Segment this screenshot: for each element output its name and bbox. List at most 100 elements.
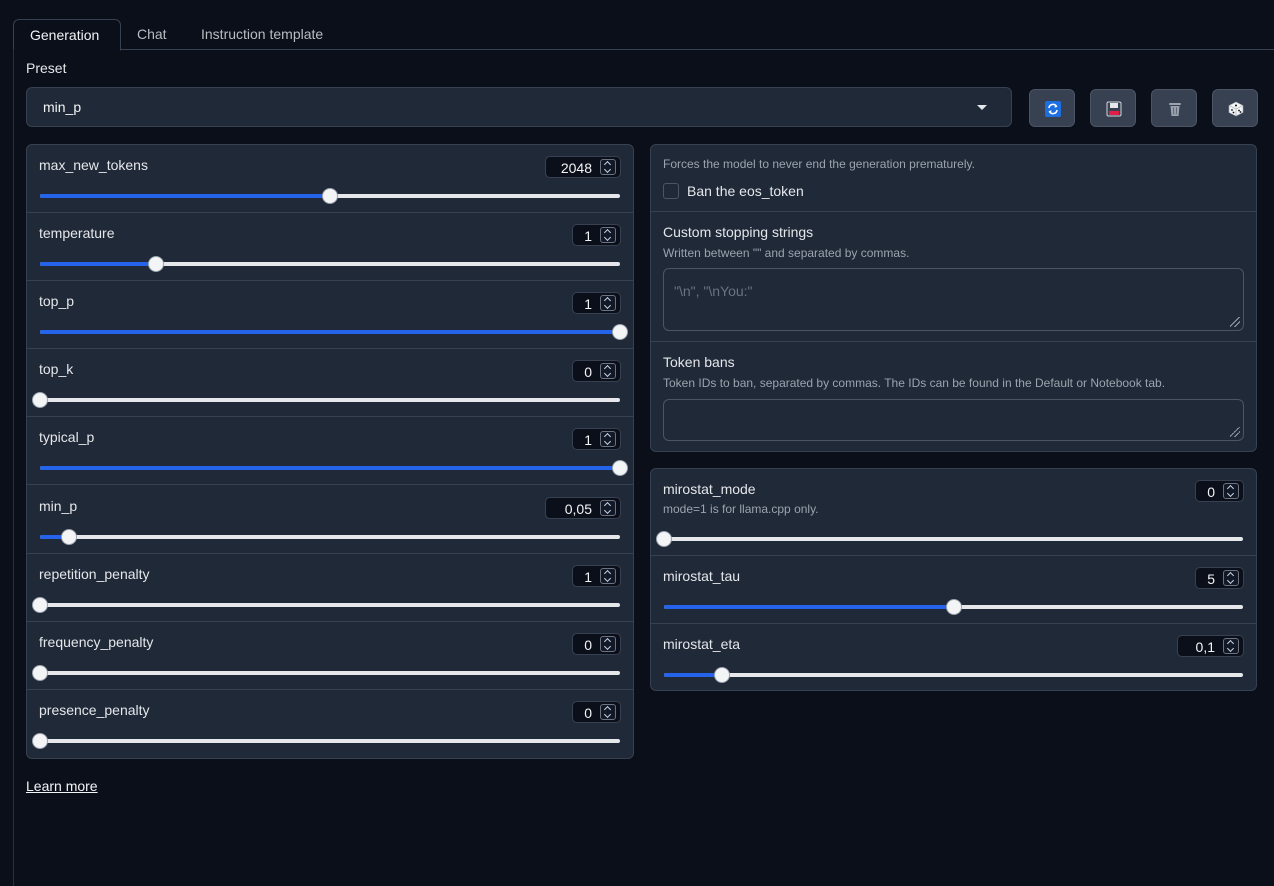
- param-number-input[interactable]: 2048: [545, 156, 621, 178]
- save-button[interactable]: [1090, 89, 1136, 127]
- stopping-strings-input[interactable]: "\n", "\nYou:": [663, 268, 1244, 331]
- slider-thumb[interactable]: [32, 597, 48, 613]
- mirostat-panel: mirostat_mode mode=1 is for llama.cpp onl…: [650, 468, 1257, 691]
- dice-icon: [1228, 101, 1244, 117]
- generation-options-panel: Forces the model to never end the genera…: [650, 144, 1257, 452]
- preset-dropdown[interactable]: min_p: [26, 87, 1012, 127]
- tab-chat[interactable]: Chat: [121, 19, 183, 49]
- spinner-icon[interactable]: [600, 500, 616, 516]
- param-slider[interactable]: [664, 599, 1243, 615]
- slider-fill: [664, 605, 954, 609]
- slider-track[interactable]: [664, 673, 1243, 677]
- random-preset-button[interactable]: [1212, 89, 1258, 127]
- param-slider[interactable]: [32, 597, 620, 613]
- param-slider[interactable]: [32, 392, 620, 408]
- token-bans-title: Token bans: [663, 354, 735, 370]
- param-label: top_k: [39, 361, 74, 377]
- slider-track[interactable]: [40, 603, 620, 607]
- param-number-input[interactable]: 0,05: [545, 497, 621, 519]
- spinner-icon[interactable]: [600, 704, 616, 720]
- stopping-strings-placeholder: "\n", "\nYou:": [674, 283, 753, 299]
- param-slider[interactable]: [32, 733, 620, 749]
- resize-handle-icon[interactable]: [1230, 317, 1240, 327]
- param-number-input[interactable]: 1: [572, 224, 621, 246]
- param-row-mirostat-mode: mirostat_mode mode=1 is for llama.cpp onl…: [651, 469, 1256, 556]
- param-label: mirostat_mode: [663, 481, 756, 497]
- param-number-input[interactable]: 5: [1195, 567, 1244, 589]
- slider-thumb[interactable]: [713, 667, 730, 683]
- param-value: 0,1: [1195, 639, 1215, 655]
- spinner-icon[interactable]: [600, 636, 616, 652]
- slider-thumb[interactable]: [322, 188, 338, 204]
- param-number-input[interactable]: 1: [572, 428, 621, 450]
- param-slider[interactable]: [32, 665, 620, 681]
- slider-thumb[interactable]: [32, 665, 48, 681]
- spinner-icon[interactable]: [1223, 483, 1239, 499]
- param-slider[interactable]: [40, 460, 628, 476]
- param-number-input[interactable]: 0: [572, 360, 621, 382]
- token-bans-row: Token bans Token IDs to ban, separated b…: [651, 342, 1256, 451]
- spinner-icon[interactable]: [1223, 570, 1239, 586]
- param-slider[interactable]: [40, 529, 620, 545]
- refresh-icon: [1045, 101, 1061, 117]
- param-value: 1: [584, 569, 592, 585]
- preset-value: min_p: [43, 99, 82, 115]
- learn-more-link[interactable]: Learn more: [26, 778, 98, 794]
- stopping-strings-row: Custom stopping strings Written between …: [651, 212, 1256, 342]
- token-bans-input[interactable]: [663, 399, 1244, 441]
- slider-thumb[interactable]: [612, 460, 628, 476]
- spinner-icon[interactable]: [600, 568, 616, 584]
- slider-track[interactable]: [40, 739, 620, 743]
- slider-thumb[interactable]: [32, 392, 48, 408]
- param-number-input[interactable]: 0,1: [1177, 635, 1244, 657]
- slider-thumb[interactable]: [945, 599, 962, 615]
- slider-thumb[interactable]: [612, 324, 628, 340]
- param-value: 5: [1207, 571, 1215, 587]
- slider-thumb[interactable]: [148, 256, 164, 272]
- tab-generation[interactable]: Generation: [13, 19, 121, 51]
- ban-eos-checkbox[interactable]: [663, 183, 679, 199]
- slider-fill: [40, 194, 330, 198]
- param-label: min_p: [39, 498, 78, 514]
- param-number-input[interactable]: 0: [572, 701, 621, 723]
- stopping-strings-info: Written between "" and separated by comm…: [663, 246, 910, 260]
- tab-instruction-template[interactable]: Instruction template: [185, 19, 339, 49]
- spinner-icon[interactable]: [600, 431, 616, 447]
- spinner-icon[interactable]: [600, 159, 616, 175]
- spinner-icon[interactable]: [600, 363, 616, 379]
- param-slider[interactable]: [656, 531, 1243, 547]
- param-row-typical-p: typical_p 1: [27, 417, 633, 485]
- sampling-parameters-panel: max_new_tokens 2048 temperature 1 top_p 1 top_…: [26, 144, 634, 759]
- param-number-input[interactable]: 1: [572, 565, 621, 587]
- param-row-presence-penalty: presence_penalty 0: [27, 690, 633, 758]
- slider-track[interactable]: [664, 537, 1243, 541]
- param-number-input[interactable]: 0: [572, 633, 621, 655]
- resize-handle-icon[interactable]: [1230, 427, 1240, 437]
- param-value: 1: [584, 228, 592, 244]
- param-row-mirostat-eta: mirostat_eta 0,1: [651, 624, 1256, 692]
- param-row-max-new-tokens: max_new_tokens 2048: [27, 145, 633, 213]
- param-slider[interactable]: [40, 256, 620, 272]
- param-slider[interactable]: [40, 188, 620, 204]
- slider-track[interactable]: [40, 535, 620, 539]
- param-info: mode=1 is for llama.cpp only.: [663, 502, 819, 516]
- chevron-down-icon: [977, 105, 987, 110]
- preset-label: Preset: [26, 60, 67, 76]
- param-row-top-p: top_p 1: [27, 281, 633, 349]
- param-label: temperature: [39, 225, 115, 241]
- spinner-icon[interactable]: [600, 227, 616, 243]
- slider-track[interactable]: [40, 671, 620, 675]
- delete-button[interactable]: [1151, 89, 1197, 127]
- slider-thumb[interactable]: [61, 529, 77, 545]
- param-number-input[interactable]: 1: [572, 292, 621, 314]
- param-label: repetition_penalty: [39, 566, 150, 582]
- slider-thumb[interactable]: [656, 531, 672, 547]
- param-slider[interactable]: [40, 324, 628, 340]
- slider-track[interactable]: [40, 398, 620, 402]
- param-slider[interactable]: [664, 667, 1243, 683]
- refresh-button[interactable]: [1029, 89, 1075, 127]
- spinner-icon[interactable]: [600, 295, 616, 311]
- spinner-icon[interactable]: [1223, 638, 1239, 654]
- slider-thumb[interactable]: [32, 733, 48, 749]
- param-number-input[interactable]: 0: [1195, 480, 1244, 502]
